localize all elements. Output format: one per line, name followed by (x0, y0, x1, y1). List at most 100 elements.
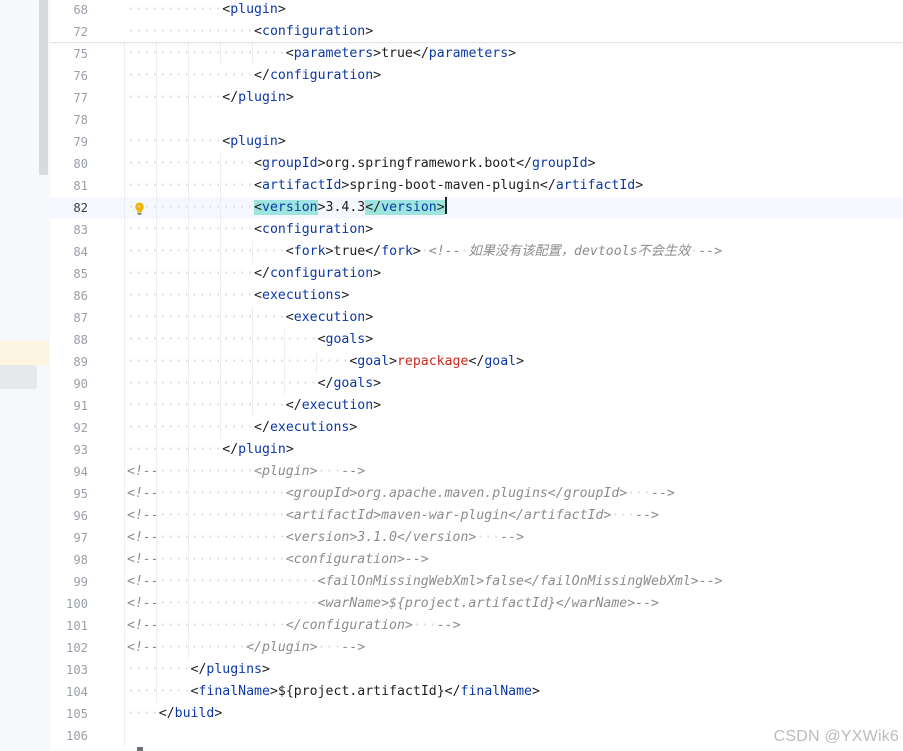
line-code[interactable]: <!--················<artifactId>maven-wa… (127, 505, 659, 527)
line-code[interactable]: ················</executions> (127, 417, 357, 439)
line-code[interactable]: ····················<fork>true</fork>·<!… (127, 241, 722, 263)
line-number[interactable]: 88 (50, 329, 88, 351)
line-number[interactable]: 76 (50, 65, 88, 87)
code-line[interactable]: 101 <!--················</configuration>·… (50, 615, 903, 637)
line-code[interactable]: <!--················<configuration>--> (127, 549, 429, 571)
code-line[interactable]: 83 ················<configuration> (50, 219, 903, 241)
line-code[interactable]: <!--····················<failOnMissingWe… (127, 571, 722, 593)
line-number[interactable]: 96 (50, 505, 88, 527)
panel-highlight-row[interactable] (0, 341, 50, 365)
code-line[interactable]: 99 <!--····················<failOnMissing… (50, 571, 903, 593)
line-code[interactable]: ················<version>3.4.3</version> (127, 197, 447, 219)
code-line[interactable]: 87 ····················<execution> (50, 307, 903, 329)
line-number[interactable]: 101 (50, 615, 88, 637)
line-code[interactable]: ················<groupId>org.springframe… (127, 153, 596, 175)
line-number[interactable]: 102 (50, 637, 88, 659)
code-editor[interactable]: 68 ············<plugin> 72 ················… (50, 0, 903, 751)
line-code[interactable]: <!--················</configuration>···-… (127, 615, 461, 637)
line-code[interactable]: ················</configuration> (127, 65, 381, 87)
line-number[interactable]: 89 (50, 351, 88, 373)
line-number[interactable]: 91 (50, 395, 88, 417)
line-code[interactable]: ························</goals> (127, 373, 381, 395)
line-number[interactable]: 83 (50, 219, 88, 241)
line-number[interactable]: 103 (50, 659, 88, 681)
code-line[interactable]: 104 ········<finalName>${project.artifact… (50, 681, 903, 703)
line-code[interactable]: ············</plugin> (127, 439, 294, 461)
line-number[interactable]: 72 (50, 21, 88, 43)
code-line[interactable]: 94 <!--············<plugin>···--> (50, 461, 903, 483)
code-line[interactable]: 96 <!--················<artifactId>maven-… (50, 505, 903, 527)
line-number[interactable]: 68 (50, 0, 88, 21)
panel-selected-row[interactable] (0, 365, 37, 389)
line-code[interactable]: ························<goals> (127, 329, 373, 351)
line-number[interactable]: 81 (50, 175, 88, 197)
panel-scrollbar[interactable] (39, 0, 48, 175)
line-number[interactable]: 79 (50, 131, 88, 153)
line-code[interactable]: ············<plugin> (127, 0, 286, 21)
line-number[interactable]: 85 (50, 263, 88, 285)
line-number[interactable]: 97 (50, 527, 88, 549)
code-line[interactable]: 95 <!--················<groupId>org.apach… (50, 483, 903, 505)
code-line[interactable]: 80 ················<groupId>org.springfra… (50, 153, 903, 175)
line-number[interactable]: 93 (50, 439, 88, 461)
code-line[interactable]: 68 ············<plugin> (50, 0, 903, 21)
code-line[interactable]: 93 ············</plugin> (50, 439, 903, 461)
code-line[interactable]: 78 (50, 109, 903, 131)
line-number[interactable]: 80 (50, 153, 88, 175)
line-code[interactable]: ············</plugin> (127, 87, 294, 109)
line-number[interactable]: 98 (50, 549, 88, 571)
line-number[interactable]: 105 (50, 703, 88, 725)
line-number[interactable]: 86 (50, 285, 88, 307)
code-line[interactable]: 103 ········</plugins> (50, 659, 903, 681)
line-number[interactable]: 77 (50, 87, 88, 109)
code-line[interactable]: 92 ················</executions> (50, 417, 903, 439)
line-code[interactable]: <!--················<version>3.1.0</vers… (127, 527, 524, 549)
code-line[interactable]: 90 ························</goals> (50, 373, 903, 395)
line-code[interactable]: ················<configuration> (127, 219, 373, 241)
code-line[interactable]: 98 <!--················<configuration>--> (50, 549, 903, 571)
line-number[interactable]: 90 (50, 373, 88, 395)
line-code[interactable]: ········<finalName>${project.artifactId}… (127, 681, 540, 703)
code-line[interactable]: 100 <!--····················<warName>${pr… (50, 593, 903, 615)
line-number[interactable]: 100 (50, 593, 88, 615)
line-code[interactable]: ········</plugins> (127, 659, 270, 681)
code-line[interactable]: 77 ············</plugin> (50, 87, 903, 109)
line-number[interactable]: 95 (50, 483, 88, 505)
line-code[interactable]: ················</configuration> (127, 263, 381, 285)
line-code[interactable]: <!--············<plugin>···--> (127, 461, 365, 483)
code-line[interactable]: 102 <!--···········</plugin>···--> (50, 637, 903, 659)
line-number[interactable]: 106 (50, 725, 88, 747)
code-line[interactable]: 97 <!--················<version>3.1.0</ve… (50, 527, 903, 549)
line-number[interactable]: 78 (50, 109, 88, 131)
code-line[interactable]: 91 ····················</execution> (50, 395, 903, 417)
line-code[interactable]: ················<configuration> (127, 21, 373, 43)
code-line[interactable]: 82 ················<version>3.4.3</versio… (50, 197, 903, 219)
line-code[interactable]: <!--················<groupId>org.apache.… (127, 483, 675, 505)
line-number[interactable]: 92 (50, 417, 88, 439)
line-number[interactable]: 99 (50, 571, 88, 593)
line-number[interactable]: 82 (50, 197, 88, 219)
line-code[interactable]: ············<plugin> (127, 131, 286, 153)
code-line[interactable]: 84 ····················<fork>true</fork>·… (50, 241, 903, 263)
line-code[interactable]: ················<executions> (127, 285, 349, 307)
code-line[interactable]: 72 ················<configuration> (50, 21, 903, 43)
code-line[interactable]: 105 ····</build> (50, 703, 903, 725)
line-code[interactable]: ····························<goal>repack… (127, 351, 524, 373)
line-code[interactable]: ····················<parameters>true</pa… (127, 43, 516, 65)
line-code[interactable]: ················<artifactId>spring-boot-… (127, 175, 643, 197)
code-line[interactable]: 79 ············<plugin> (50, 131, 903, 153)
code-line[interactable]: 86 ················<executions> (50, 285, 903, 307)
line-code[interactable]: <!--···········</plugin>···--> (127, 637, 365, 659)
code-line[interactable]: 89 ····························<goal>repa… (50, 351, 903, 373)
line-number[interactable]: 75 (50, 43, 88, 65)
line-code[interactable]: ····················<execution> (127, 307, 373, 329)
code-line[interactable]: 81 ················<artifactId>spring-boo… (50, 175, 903, 197)
line-code[interactable]: <!--····················<warName>${proje… (127, 593, 659, 615)
code-line[interactable]: 88 ························<goals> (50, 329, 903, 351)
code-line[interactable]: 75 ····················<parameters>true</… (50, 43, 903, 65)
line-number[interactable]: 84 (50, 241, 88, 263)
line-code[interactable]: ····················</execution> (127, 395, 381, 417)
line-number[interactable]: 104 (50, 681, 88, 703)
line-code[interactable]: ····</build> (127, 703, 222, 725)
line-number[interactable]: 87 (50, 307, 88, 329)
